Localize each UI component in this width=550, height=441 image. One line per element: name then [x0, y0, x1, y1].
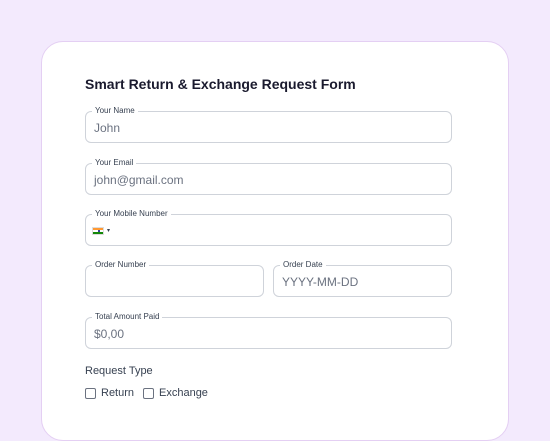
form-title: Smart Return & Exchange Request Form: [85, 76, 356, 92]
order-date-field[interactable]: Order Date YYYY-MM-DD: [273, 260, 452, 297]
request-type-label: Request Type: [85, 365, 153, 377]
return-checkbox[interactable]: [85, 388, 96, 399]
order-date-input[interactable]: YYYY-MM-DD: [282, 275, 358, 289]
email-field[interactable]: Your Email john@gmail.com: [85, 158, 452, 195]
amount-input[interactable]: $0,00: [94, 327, 124, 341]
name-label: Your Name: [92, 106, 138, 116]
india-flag-icon[interactable]: [92, 227, 104, 235]
name-input[interactable]: John: [94, 121, 120, 135]
email-label: Your Email: [92, 158, 137, 168]
amount-field[interactable]: Total Amount Paid $0,00: [85, 312, 452, 349]
amount-label: Total Amount Paid: [92, 312, 163, 322]
email-input[interactable]: john@gmail.com: [94, 173, 184, 187]
chevron-down-icon[interactable]: ▾: [107, 227, 110, 234]
order-number-label: Order Number: [92, 260, 150, 270]
mobile-label: Your Mobile Number: [92, 209, 171, 219]
name-field[interactable]: Your Name John: [85, 106, 452, 143]
exchange-label[interactable]: Exchange: [159, 387, 208, 399]
order-date-label: Order Date: [280, 260, 326, 270]
return-label[interactable]: Return: [101, 387, 134, 399]
exchange-checkbox[interactable]: [143, 388, 154, 399]
order-number-field[interactable]: Order Number: [85, 260, 264, 297]
mobile-field[interactable]: Your Mobile Number ▾: [85, 209, 452, 246]
